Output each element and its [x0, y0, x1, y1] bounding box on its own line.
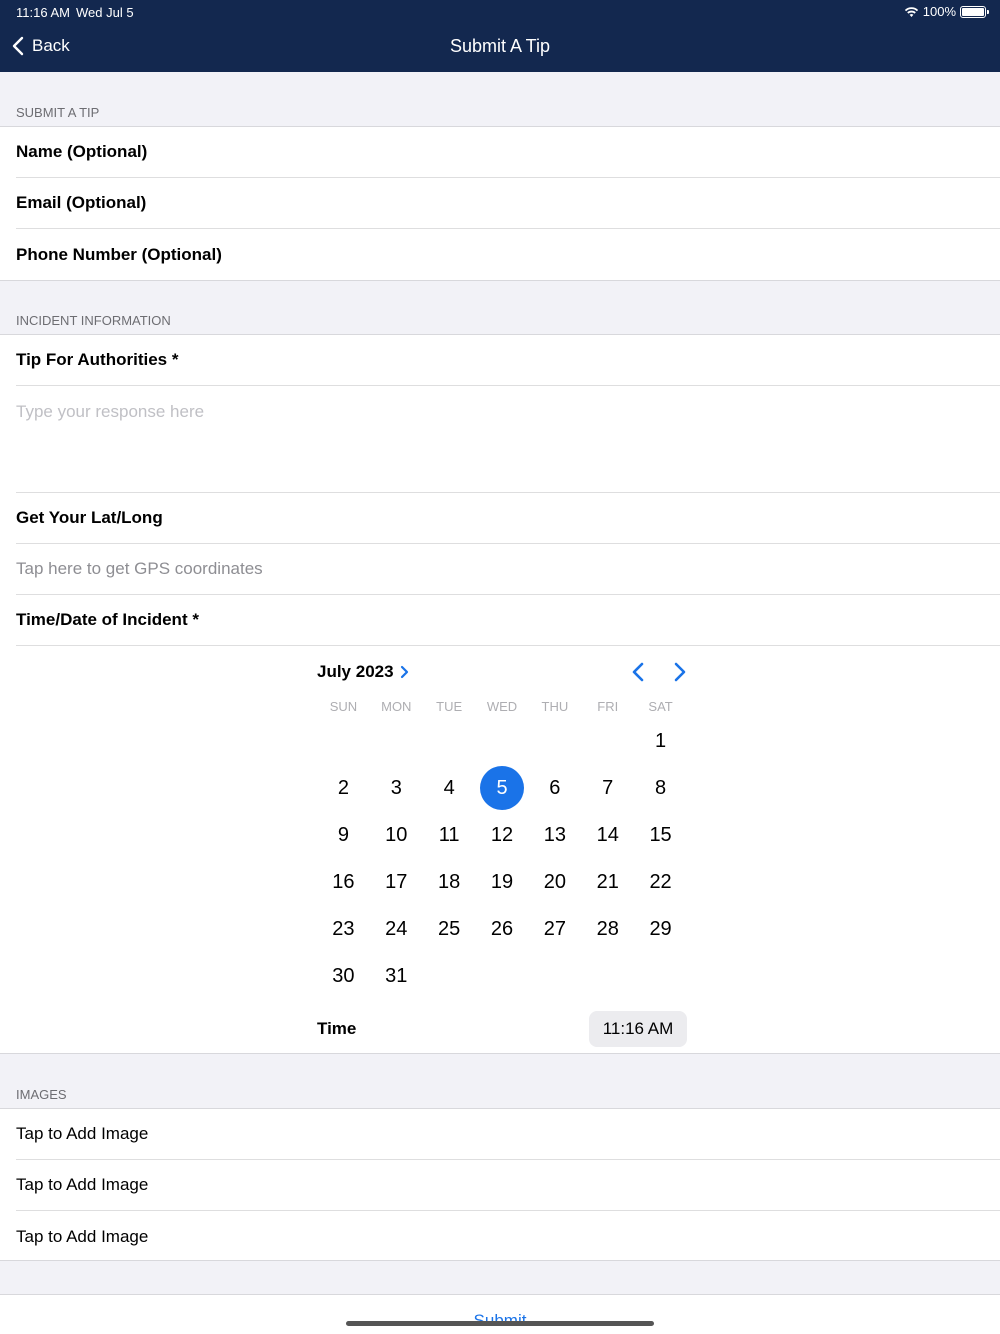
- calendar-day[interactable]: 30: [321, 954, 365, 998]
- battery-icon: [960, 5, 989, 18]
- calendar-day[interactable]: 4: [427, 766, 471, 810]
- calendar-day[interactable]: 3: [374, 766, 418, 810]
- page-title: Submit A Tip: [449, 36, 551, 56]
- calendar-day[interactable]: 13: [533, 813, 577, 857]
- calendar-day[interactable]: 2: [321, 766, 365, 810]
- calendar-day[interactable]: 14: [586, 813, 630, 857]
- section-header-images: IMAGES: [16, 1087, 67, 1102]
- calendar-day[interactable]: 17: [374, 860, 418, 904]
- name-field[interactable]: Name (Optional): [16, 127, 1000, 178]
- status-bar: 11:16 AM Wed Jul 5 100%: [0, 0, 1000, 24]
- calendar-day[interactable]: 22: [639, 860, 683, 904]
- phone-field[interactable]: Phone Number (Optional): [16, 229, 1000, 280]
- calendar-day-selected[interactable]: 5: [480, 766, 524, 810]
- tip-placeholder: Type your response here: [16, 402, 205, 421]
- email-field[interactable]: Email (Optional): [16, 178, 1000, 229]
- section-header-submit: SUBMIT A TIP: [16, 105, 100, 120]
- tip-label: Tip For Authorities *: [16, 335, 1000, 386]
- latlong-label: Get Your Lat/Long: [16, 493, 1000, 544]
- time-picker-button[interactable]: 11:16 AM: [589, 1011, 687, 1047]
- status-date: Wed Jul 5: [76, 5, 134, 20]
- calendar-day[interactable]: 24: [374, 907, 418, 951]
- calendar-day[interactable]: 11: [427, 813, 471, 857]
- calendar-day[interactable]: 12: [480, 813, 524, 857]
- calendar-day[interactable]: 29: [639, 907, 683, 951]
- calendar-day[interactable]: 31: [374, 954, 418, 998]
- calendar-day[interactable]: 27: [533, 907, 577, 951]
- weekday-label: FRI: [597, 699, 619, 714]
- calendar-day[interactable]: 6: [533, 766, 577, 810]
- calendar-day[interactable]: 21: [586, 860, 630, 904]
- submit-bar: Submit: [0, 1294, 1000, 1334]
- weekday-row: SUN MON TUE WED THU FRI SAT: [317, 699, 687, 714]
- add-image-button-1[interactable]: Tap to Add Image: [16, 1109, 1000, 1160]
- calendar-day[interactable]: 25: [427, 907, 471, 951]
- weekday-label: WED: [486, 699, 518, 714]
- month-label: July 2023: [317, 662, 394, 681]
- home-indicator: [346, 1321, 654, 1326]
- wifi-icon: [904, 6, 918, 17]
- date-picker: July 2023 SUN MON TUE WED THU FRI SAT 12345678…: [317, 647, 687, 1047]
- datetime-label: Time/Date of Incident *: [16, 595, 1000, 646]
- weekday-label: SUN: [329, 699, 358, 714]
- calendar-header: July 2023: [317, 647, 687, 687]
- calendar-day[interactable]: 19: [480, 860, 524, 904]
- chevron-right-icon: [400, 665, 408, 679]
- calendar-day[interactable]: 23: [321, 907, 365, 951]
- add-image-button-3[interactable]: Tap to Add Image: [16, 1211, 1000, 1262]
- calendar-day[interactable]: 16: [321, 860, 365, 904]
- battery-percent: 100%: [922, 4, 956, 19]
- previous-month-icon[interactable]: [631, 661, 645, 683]
- weekday-label: MON: [381, 699, 412, 714]
- month-year-button[interactable]: July 2023: [317, 662, 409, 682]
- calendar-day[interactable]: 20: [533, 860, 577, 904]
- weekday-label: SAT: [648, 699, 673, 714]
- section-header-incident: INCIDENT INFORMATION: [16, 313, 171, 328]
- calendar-day[interactable]: 10: [374, 813, 418, 857]
- calendar-day[interactable]: 28: [586, 907, 630, 951]
- navigation-bar: Back Submit A Tip: [0, 24, 1000, 72]
- calendar-day[interactable]: 1: [639, 719, 683, 763]
- calendar-day[interactable]: 8: [639, 766, 683, 810]
- next-month-icon[interactable]: [673, 661, 687, 683]
- calendar-day[interactable]: 9: [321, 813, 365, 857]
- weekday-label: THU: [541, 699, 569, 714]
- weekday-label: TUE: [436, 699, 463, 714]
- tip-textarea[interactable]: Type your response here: [16, 386, 1000, 493]
- month-nav: [631, 661, 687, 683]
- add-image-button-2[interactable]: Tap to Add Image: [16, 1160, 1000, 1211]
- calendar-day[interactable]: 15: [639, 813, 683, 857]
- time-label: Time: [317, 1019, 357, 1038]
- calendar-day[interactable]: 26: [480, 907, 524, 951]
- incident-group: Tip For Authorities * Type your response…: [0, 334, 1000, 1054]
- gps-button[interactable]: Tap here to get GPS coordinates: [16, 544, 1000, 595]
- calendar-day[interactable]: 7: [586, 766, 630, 810]
- status-right: 100%: [904, 4, 989, 19]
- calendar-day[interactable]: 18: [427, 860, 471, 904]
- contact-group: Name (Optional) Email (Optional) Phone N…: [0, 126, 1000, 281]
- images-group: Tap to Add Image Tap to Add Image Tap to…: [0, 1108, 1000, 1261]
- status-time: 11:16 AM: [16, 5, 70, 20]
